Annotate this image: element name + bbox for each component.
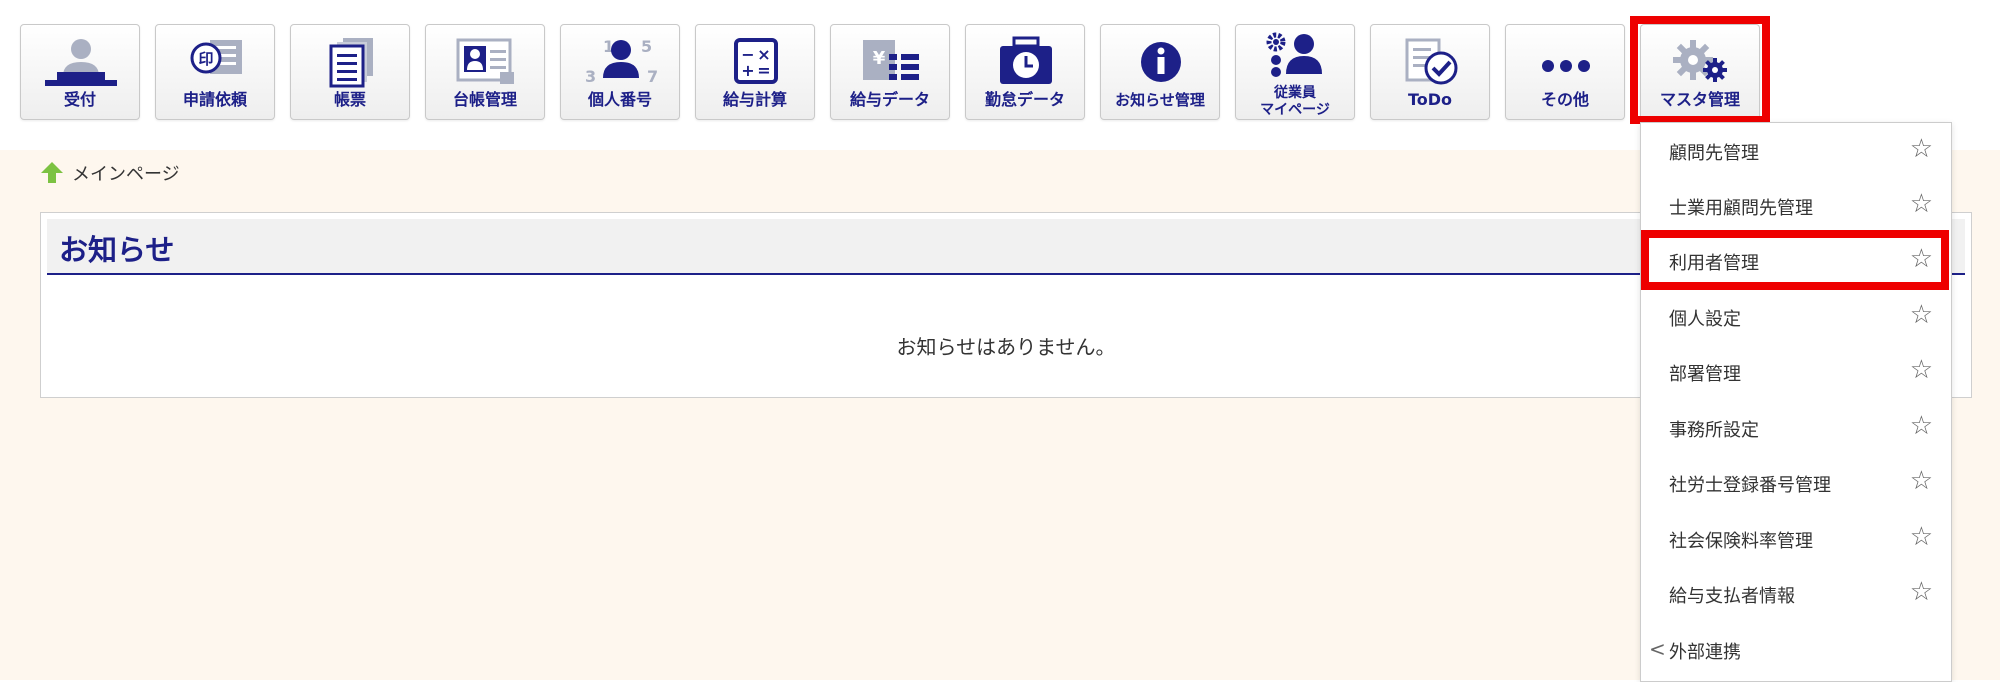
todo-check-icon	[1371, 33, 1491, 91]
toolbar-button-employee-mypage[interactable]: 従業員 マイページ	[1235, 24, 1355, 120]
svg-text:=: =	[757, 61, 770, 80]
toolbar-label-application-request: 申請依頼	[182, 90, 247, 109]
toolbar-button-reception[interactable]: 受付	[20, 24, 140, 120]
toolbar-label-notice-management: お知らせ管理	[1115, 91, 1205, 109]
svg-text:3: 3	[585, 67, 596, 86]
menu-item-payer-info[interactable]: 給与支払者情報 ☆	[1641, 566, 1951, 621]
toolbar-label-attendance-data: 勤怠データ	[984, 90, 1065, 109]
toolbar-button-payroll-data[interactable]: ¥ 給与データ	[830, 24, 950, 120]
menu-item-label: 外部連携	[1669, 642, 1741, 663]
reception-icon	[21, 33, 141, 91]
attendance-clock-icon	[966, 33, 1086, 91]
star-icon[interactable]: ☆	[1910, 190, 1933, 218]
chevron-left-icon: <	[1649, 637, 1666, 661]
star-icon[interactable]: ☆	[1910, 245, 1933, 273]
svg-text:印: 印	[198, 50, 213, 68]
more-dots-icon	[1506, 33, 1626, 91]
star-icon[interactable]: ☆	[1910, 578, 1933, 606]
toolbar-label-payroll-calc: 給与計算	[722, 90, 787, 109]
star-icon[interactable]: ☆	[1910, 523, 1933, 551]
toolbar-button-attendance-data[interactable]: 勤怠データ	[965, 24, 1085, 120]
toolbar-label-other: その他	[1540, 90, 1589, 109]
menu-item-user-management[interactable]: 利用者管理 ☆	[1641, 233, 1951, 288]
menu-item-label: 社会保険料率管理	[1669, 531, 1813, 552]
menu-item-external-integration[interactable]: < 外部連携	[1641, 622, 1951, 677]
toolbar-button-forms[interactable]: 帳票	[290, 24, 410, 120]
toolbar-button-ledger[interactable]: 台帳管理	[425, 24, 545, 120]
toolbar-label-forms: 帳票	[333, 90, 366, 109]
toolbar-button-todo[interactable]: ToDo	[1370, 24, 1490, 120]
employee-mypage-icon	[1236, 29, 1356, 81]
breadcrumb-label: メインページ	[72, 164, 180, 185]
svg-text:¥: ¥	[873, 48, 886, 69]
star-icon[interactable]: ☆	[1910, 356, 1933, 384]
page-title: お知らせ	[59, 233, 175, 267]
payroll-data-icon: ¥	[831, 33, 951, 91]
toolbar-button-application-request[interactable]: 印 申請依頼	[155, 24, 275, 120]
svg-text:5: 5	[641, 37, 652, 56]
home-arrow-icon	[41, 162, 63, 183]
menu-item-personal-settings[interactable]: 個人設定 ☆	[1641, 289, 1951, 344]
info-icon	[1101, 33, 1221, 91]
menu-item-label: 顧問先管理	[1669, 143, 1759, 164]
menu-item-office-settings[interactable]: 事務所設定 ☆	[1641, 400, 1951, 455]
toolbar-label-personal-number: 個人番号	[587, 90, 652, 109]
toolbar-label-master-management: マスタ管理	[1659, 90, 1740, 109]
toolbar-button-master-management[interactable]: マスタ管理	[1640, 24, 1760, 120]
menu-item-sharoushi-registration-number[interactable]: 社労士登録番号管理 ☆	[1641, 455, 1951, 510]
calculator-icon: − × + =	[696, 33, 816, 91]
toolbar-button-personal-number[interactable]: 1 5 3 7 個人番号	[560, 24, 680, 120]
breadcrumb[interactable]: メインページ	[40, 160, 180, 186]
svg-text:+: +	[741, 61, 754, 80]
star-icon[interactable]: ☆	[1910, 135, 1933, 163]
star-icon[interactable]: ☆	[1910, 467, 1933, 495]
toolbar-button-other[interactable]: その他	[1505, 24, 1625, 120]
menu-item-social-insurance-rate[interactable]: 社会保険料率管理 ☆	[1641, 511, 1951, 566]
star-icon[interactable]: ☆	[1910, 301, 1933, 329]
personal-number-icon: 1 5 3 7	[561, 33, 681, 91]
gear-icon	[1641, 33, 1761, 91]
menu-item-label: 給与支払者情報	[1669, 586, 1795, 607]
toolbar-label-reception: 受付	[63, 90, 96, 109]
toolbar-label-todo: ToDo	[1407, 90, 1453, 109]
ledger-card-icon	[426, 33, 546, 91]
menu-item-department-management[interactable]: 部署管理 ☆	[1641, 344, 1951, 399]
menu-item-label: 個人設定	[1669, 309, 1741, 330]
toolbar-label-employee-mypage: 従業員 マイページ	[1260, 85, 1330, 118]
menu-item-label: 士業用顧問先管理	[1669, 198, 1813, 219]
toolbar-button-notice-management[interactable]: お知らせ管理	[1100, 24, 1220, 120]
toolbar-label-payroll-data: 給与データ	[849, 90, 930, 109]
toolbar-button-payroll-calc[interactable]: − × + = 給与計算	[695, 24, 815, 120]
svg-text:7: 7	[647, 67, 658, 86]
menu-item-client-management[interactable]: 顧問先管理 ☆	[1641, 123, 1951, 178]
menu-item-professional-client-management[interactable]: 士業用顧問先管理 ☆	[1641, 178, 1951, 233]
menu-item-label: 利用者管理	[1669, 253, 1759, 274]
menu-item-label: 事務所設定	[1669, 420, 1759, 441]
menu-item-label: 部署管理	[1669, 364, 1741, 385]
menu-item-label: 社労士登録番号管理	[1669, 475, 1831, 496]
forms-icon	[291, 33, 411, 91]
seal-document-icon: 印	[156, 33, 276, 91]
master-management-dropdown: 顧問先管理 ☆ 士業用顧問先管理 ☆ 利用者管理 ☆ 個人設定 ☆ 部署管理 ☆…	[1640, 122, 1952, 682]
star-icon[interactable]: ☆	[1910, 412, 1933, 440]
toolbar-label-ledger: 台帳管理	[452, 90, 517, 109]
